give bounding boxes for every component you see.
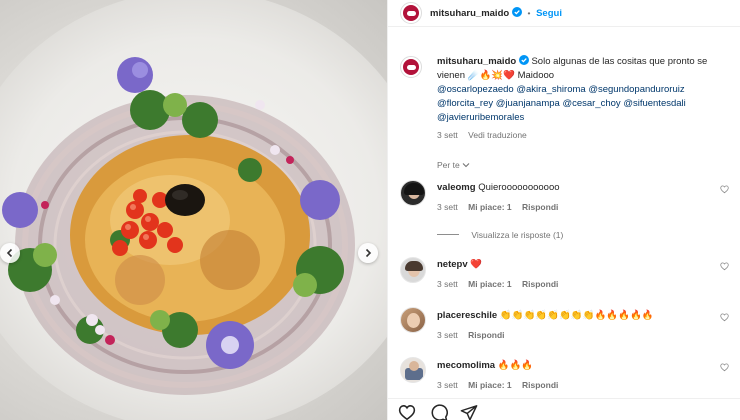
caption-username[interactable]: mitsuharu_maido <box>437 56 516 67</box>
verified-badge-icon <box>511 7 522 17</box>
comment-username[interactable]: placereschile <box>437 310 497 321</box>
heart-icon[interactable] <box>720 185 729 194</box>
view-replies[interactable]: Visualizza le risposte (1) <box>437 228 563 242</box>
comment-text: 👏👏👏👏👏👏👏👏🔥🔥🔥🔥🔥 <box>499 310 654 321</box>
caption-text-2: vienen <box>437 70 465 81</box>
author-avatar[interactable] <box>400 2 422 24</box>
prev-image-button[interactable] <box>0 243 20 263</box>
post-side-panel: mitsuharu_maido • Segui mitsuharu_maido … <box>387 0 740 420</box>
reply-button[interactable]: Rispondi <box>522 279 558 289</box>
mention-tag[interactable]: @javieruribemorales <box>437 112 524 123</box>
comment-text: 🔥🔥🔥 <box>497 360 534 371</box>
post-photo[interactable] <box>0 0 387 420</box>
separator: • <box>527 8 531 18</box>
paper-plane-icon[interactable] <box>460 404 478 420</box>
view-replies-label: Visualizza le risposte (1) <box>471 230 564 240</box>
brand-logo <box>403 5 419 21</box>
caption-text-3: Maidooo <box>517 70 555 81</box>
next-image-button[interactable] <box>358 243 378 263</box>
comment-likes[interactable]: Mi piace: 1 <box>468 202 511 212</box>
comment-text: ❤️ <box>470 259 483 270</box>
comment-time[interactable]: 3 sett <box>437 279 458 289</box>
mention-tag[interactable]: @juanjanampa <box>496 98 560 109</box>
caption-time[interactable]: 3 sett <box>437 130 458 140</box>
sort-label: Per te <box>437 160 460 170</box>
comment-username[interactable]: valeomg <box>437 182 476 193</box>
verified-badge-icon <box>518 55 529 65</box>
sort-selector[interactable]: Per te <box>437 158 470 172</box>
brand-logo <box>403 59 419 75</box>
comment-time[interactable]: 3 sett <box>437 380 458 390</box>
comment-likes[interactable]: Mi piace: 1 <box>468 279 511 289</box>
commenter-avatar[interactable] <box>400 307 426 333</box>
post-header: mitsuharu_maido • Segui <box>388 0 740 27</box>
reply-button[interactable]: Rispondi <box>522 202 558 212</box>
mention-tag[interactable]: @cesar_choy <box>562 98 620 109</box>
reply-button[interactable]: Rispondi <box>468 330 504 340</box>
comment-username[interactable]: netepv <box>437 259 468 270</box>
comment-likes[interactable]: Mi piace: 1 <box>468 380 511 390</box>
follow-button[interactable]: Segui <box>536 8 562 19</box>
translate-link[interactable]: Vedi traduzione <box>468 130 527 140</box>
heart-icon[interactable] <box>720 363 729 372</box>
commenter-avatar[interactable] <box>400 257 426 283</box>
commenter-avatar[interactable] <box>400 180 426 206</box>
heart-icon[interactable] <box>720 262 729 271</box>
comment-username[interactable]: mecomolima <box>437 360 495 371</box>
author-username[interactable]: mitsuharu_maido <box>430 8 509 19</box>
caption-text-1: Solo algunas de las cositas que pronto s… <box>531 56 708 67</box>
comment-time[interactable]: 3 sett <box>437 202 458 212</box>
comment-time[interactable]: 3 sett <box>437 330 458 340</box>
mention-tag[interactable]: @akira_shiroma <box>516 84 585 95</box>
chevron-right-icon <box>365 248 372 258</box>
dish-image <box>2 57 355 395</box>
action-bar <box>388 398 740 420</box>
heart-icon[interactable] <box>720 313 729 322</box>
commenter-avatar[interactable] <box>400 357 426 383</box>
mention-tag[interactable]: @segundopanduroruiz <box>588 84 684 95</box>
mention-tag[interactable]: @sifuentesdali <box>623 98 685 109</box>
comment-text: Quierooooooooooo <box>478 182 560 193</box>
mention-tag[interactable]: @florcita_rey <box>437 98 493 109</box>
caption-emoji: ☄️🔥💥❤️ <box>467 70 515 81</box>
heart-icon[interactable] <box>398 404 416 420</box>
caption-avatar[interactable] <box>400 56 422 78</box>
reply-button[interactable]: Rispondi <box>522 380 558 390</box>
chevron-down-icon <box>462 163 470 168</box>
chevron-left-icon <box>6 248 13 258</box>
mention-tag[interactable]: @oscarlopezaedo <box>437 84 514 95</box>
comment-icon[interactable] <box>430 404 448 420</box>
